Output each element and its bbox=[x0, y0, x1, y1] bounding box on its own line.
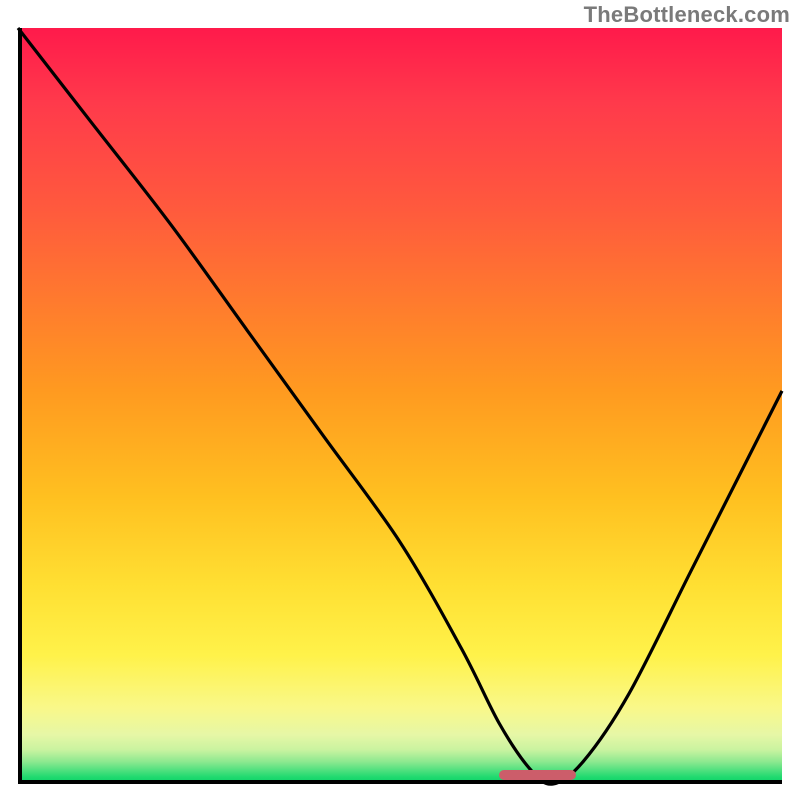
y-axis bbox=[18, 28, 22, 784]
plot-area bbox=[18, 28, 782, 784]
chart-stage: TheBottleneck.com bbox=[0, 0, 800, 800]
curve-layer bbox=[18, 28, 782, 784]
optimal-marker bbox=[499, 770, 575, 780]
bottleneck-curve bbox=[18, 28, 782, 784]
watermark-text: TheBottleneck.com bbox=[584, 2, 790, 28]
x-axis bbox=[18, 780, 782, 784]
